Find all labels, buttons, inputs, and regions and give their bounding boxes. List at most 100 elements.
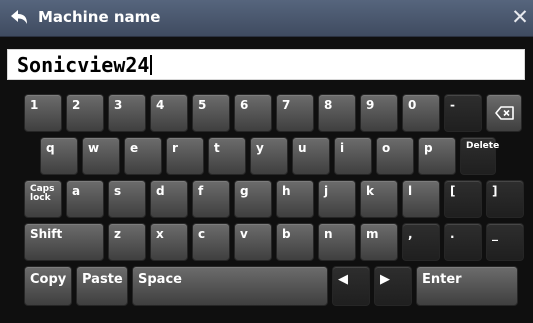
- key-e-label: e: [130, 141, 139, 155]
- key-5-label: 5: [198, 98, 207, 112]
- key-c-label: c: [198, 227, 206, 241]
- key-p[interactable]: p: [418, 137, 456, 175]
- key-right-bracket[interactable]: ]: [486, 180, 524, 218]
- delete-key[interactable]: Delete: [460, 137, 500, 175]
- key-a[interactable]: a: [66, 180, 104, 218]
- key-z-label: z: [114, 227, 121, 241]
- key-comma-label: ,: [408, 227, 413, 241]
- key-a-label: a: [72, 184, 81, 198]
- enter-key-label: Enter: [422, 272, 462, 287]
- key-l[interactable]: l: [402, 180, 440, 218]
- key-m-label: m: [366, 227, 379, 241]
- key-2[interactable]: 2: [66, 94, 104, 132]
- key-w-label: w: [88, 141, 100, 155]
- key-underscore[interactable]: _: [486, 223, 524, 261]
- key-8-label: 8: [324, 98, 333, 112]
- key-6-label: 6: [240, 98, 249, 112]
- key-5[interactable]: 5: [192, 94, 230, 132]
- key-s-label: s: [114, 184, 122, 198]
- on-screen-keyboard: 1 2 3 4 5 6 7 8 9 0 - q w e r t y u i o p Delete Caps lock a s d f…: [0, 0, 533, 323]
- key-j-label: j: [324, 184, 329, 198]
- enter-key[interactable]: Enter: [416, 266, 518, 306]
- key-c[interactable]: c: [192, 223, 230, 261]
- key-o-label: o: [382, 141, 391, 155]
- delete-key-label: Delete: [466, 141, 500, 151]
- key-e[interactable]: e: [124, 137, 162, 175]
- key-y[interactable]: y: [250, 137, 288, 175]
- cursor-left-key-label: ◀: [338, 272, 348, 287]
- shift-key[interactable]: Shift: [24, 223, 104, 261]
- caps-lock-key[interactable]: Caps lock: [24, 180, 62, 218]
- key-0-label: 0: [408, 98, 417, 112]
- space-key-label: Space: [138, 272, 182, 287]
- key-u[interactable]: u: [292, 137, 330, 175]
- key-l-label: l: [408, 184, 413, 198]
- cursor-right-key[interactable]: ▶: [374, 266, 412, 306]
- key-period[interactable]: .: [444, 223, 482, 261]
- key-r-label: r: [172, 141, 178, 155]
- key-7-label: 7: [282, 98, 291, 112]
- key-v[interactable]: v: [234, 223, 272, 261]
- cursor-right-key-label: ▶: [380, 272, 390, 287]
- key-f-label: f: [198, 184, 204, 198]
- key-v-label: v: [240, 227, 248, 241]
- key-o[interactable]: o: [376, 137, 414, 175]
- key-8[interactable]: 8: [318, 94, 356, 132]
- key-k-label: k: [366, 184, 374, 198]
- key-7[interactable]: 7: [276, 94, 314, 132]
- key-underscore-label: _: [492, 227, 498, 241]
- key-hyphen[interactable]: -: [444, 94, 482, 132]
- key-2-label: 2: [72, 98, 81, 112]
- key-i-label: i: [340, 141, 345, 155]
- key-s[interactable]: s: [108, 180, 146, 218]
- key-b[interactable]: b: [276, 223, 314, 261]
- cursor-left-key[interactable]: ◀: [332, 266, 370, 306]
- key-w[interactable]: w: [82, 137, 120, 175]
- key-3[interactable]: 3: [108, 94, 146, 132]
- caps-lock-key-label: Caps lock: [30, 184, 55, 204]
- key-comma[interactable]: ,: [402, 223, 440, 261]
- key-left-bracket-label: [: [450, 184, 456, 198]
- key-t[interactable]: t: [208, 137, 246, 175]
- key-y-label: y: [256, 141, 264, 155]
- key-left-bracket[interactable]: [: [444, 180, 482, 218]
- key-n[interactable]: n: [318, 223, 356, 261]
- key-x[interactable]: x: [150, 223, 188, 261]
- backspace-key[interactable]: [486, 94, 522, 132]
- key-z[interactable]: z: [108, 223, 146, 261]
- key-6[interactable]: 6: [234, 94, 272, 132]
- key-4[interactable]: 4: [150, 94, 188, 132]
- key-u-label: u: [298, 141, 307, 155]
- key-h[interactable]: h: [276, 180, 314, 218]
- key-i[interactable]: i: [334, 137, 372, 175]
- key-9[interactable]: 9: [360, 94, 398, 132]
- key-period-label: .: [450, 227, 455, 241]
- key-1[interactable]: 1: [24, 94, 62, 132]
- key-3-label: 3: [114, 98, 123, 112]
- key-q-label: q: [46, 141, 55, 155]
- paste-key[interactable]: Paste: [76, 266, 128, 306]
- key-g[interactable]: g: [234, 180, 272, 218]
- key-p-label: p: [424, 141, 433, 155]
- shift-key-label: Shift: [30, 227, 63, 241]
- key-k[interactable]: k: [360, 180, 398, 218]
- key-1-label: 1: [30, 98, 39, 112]
- key-d[interactable]: d: [150, 180, 188, 218]
- key-g-label: g: [240, 184, 249, 198]
- key-j[interactable]: j: [318, 180, 356, 218]
- copy-key[interactable]: Copy: [24, 266, 72, 306]
- key-d-label: d: [156, 184, 165, 198]
- key-q[interactable]: q: [40, 137, 78, 175]
- key-b-label: b: [282, 227, 291, 241]
- key-r[interactable]: r: [166, 137, 204, 175]
- key-f[interactable]: f: [192, 180, 230, 218]
- paste-key-label: Paste: [82, 272, 123, 287]
- key-x-label: x: [156, 227, 164, 241]
- key-m[interactable]: m: [360, 223, 398, 261]
- key-h-label: h: [282, 184, 291, 198]
- key-0[interactable]: 0: [402, 94, 440, 132]
- space-key[interactable]: Space: [132, 266, 328, 306]
- key-hyphen-label: -: [450, 98, 455, 112]
- key-4-label: 4: [156, 98, 165, 112]
- key-n-label: n: [324, 227, 333, 241]
